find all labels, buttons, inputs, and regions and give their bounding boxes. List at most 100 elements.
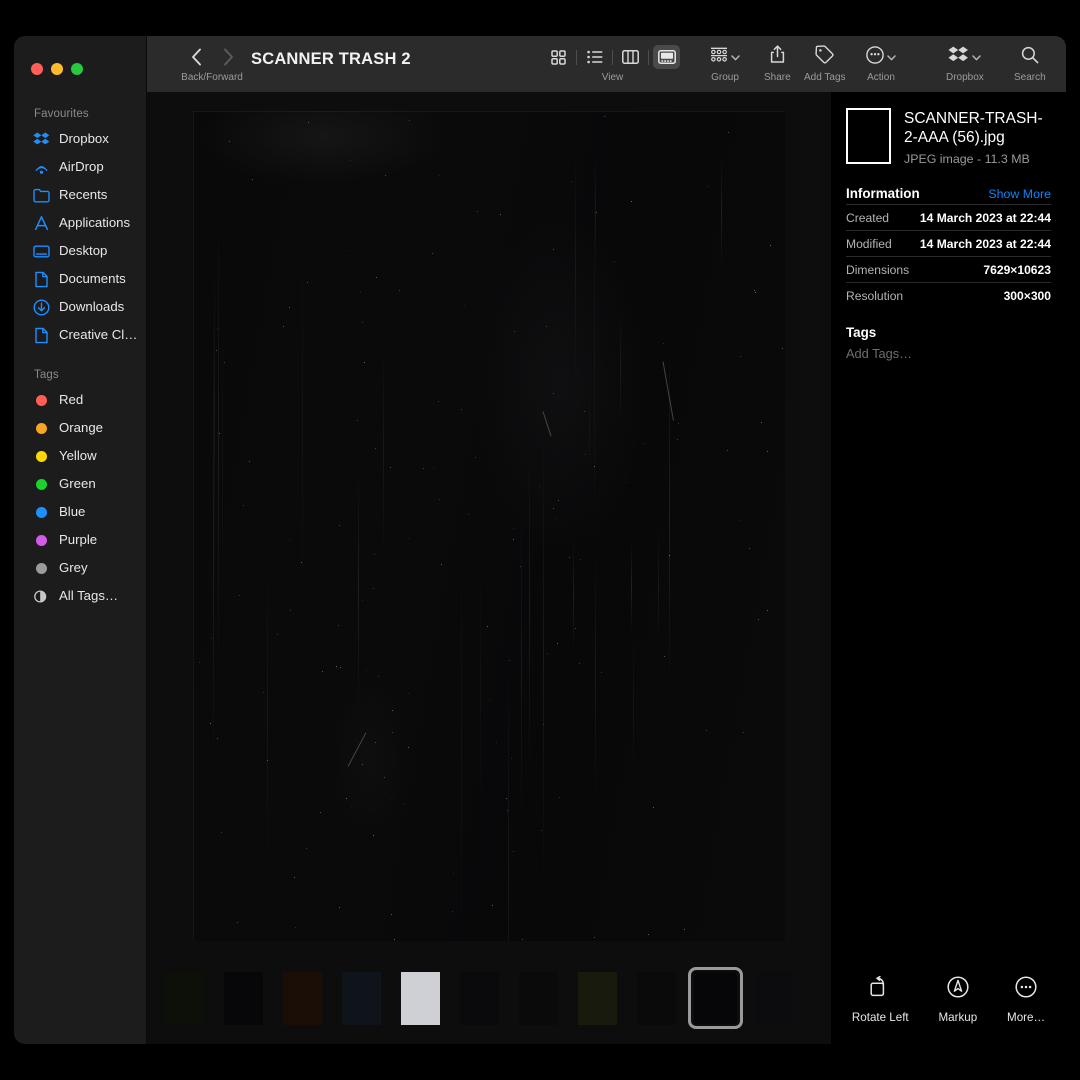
icon-view-button[interactable] — [545, 45, 572, 69]
preview-speck — [306, 848, 307, 849]
preview-speck — [626, 482, 627, 483]
info-row: Dimensions7629×10623 — [846, 256, 1051, 282]
info-row: Created14 March 2023 at 22:44 — [846, 204, 1051, 230]
add-tags-caption: Add Tags — [804, 73, 846, 83]
sidebar-tag-blue[interactable]: Blue — [14, 498, 146, 526]
preview-streak — [383, 343, 384, 561]
thumbnail-image — [342, 972, 381, 1025]
preview-speck — [601, 672, 602, 673]
preview-speck — [267, 760, 268, 761]
sidebar-tag-green[interactable]: Green — [14, 470, 146, 498]
preview-speck — [539, 486, 540, 487]
group-button[interactable]: Group — [710, 44, 740, 83]
preview-speck — [350, 160, 351, 161]
info-actions: Rotate Left Markup — [831, 976, 1066, 1024]
sidebar-tag-orange[interactable]: Orange — [14, 414, 146, 442]
preview-streak — [218, 210, 219, 689]
preview-image[interactable] — [193, 111, 785, 941]
filmstrip-thumb[interactable] — [214, 966, 273, 1030]
preview-speck — [219, 433, 220, 434]
preview-speck — [580, 559, 581, 560]
gallery-view-button[interactable] — [653, 45, 680, 69]
preview-speck — [509, 660, 510, 661]
preview-streak — [573, 538, 574, 653]
zoom-button[interactable] — [71, 63, 83, 75]
chevron-down-icon — [972, 48, 981, 66]
sidebar-item-dropbox[interactable]: Dropbox — [14, 125, 146, 153]
filmstrip-thumb[interactable] — [155, 966, 214, 1030]
sidebar-item-downloads[interactable]: Downloads — [14, 293, 146, 321]
info-row-key: Modified — [846, 237, 892, 251]
preview-scratch — [348, 733, 367, 767]
preview-speck — [500, 214, 501, 215]
desktop-icon — [33, 243, 50, 260]
filmstrip-thumb[interactable] — [273, 966, 332, 1030]
rotate-left-label: Rotate Left — [852, 1011, 909, 1024]
window-title: SCANNER TRASH 2 — [251, 50, 411, 69]
markup-button[interactable]: Markup — [939, 976, 978, 1024]
preview-streak — [721, 156, 722, 269]
rotate-left-button[interactable]: Rotate Left — [852, 976, 909, 1024]
filmstrip-thumb[interactable] — [450, 966, 509, 1030]
tag-dot-icon — [33, 532, 50, 549]
preview-speck — [301, 562, 302, 563]
preview-streak — [633, 629, 634, 781]
filmstrip-thumb[interactable] — [391, 966, 450, 1030]
show-more-link[interactable]: Show More — [988, 187, 1051, 201]
list-view-button[interactable] — [581, 45, 608, 69]
filmstrip-thumb[interactable] — [568, 966, 627, 1030]
sidebar-item-creative-cl[interactable]: Creative Cl… — [14, 321, 146, 349]
sidebar-tag-all-tags[interactable]: All Tags… — [14, 582, 146, 610]
column-view-button[interactable] — [617, 45, 644, 69]
preview-speck — [553, 508, 554, 509]
sidebar-item-desktop[interactable]: Desktop — [14, 237, 146, 265]
preview-speck — [409, 120, 410, 121]
document-icon — [33, 327, 50, 344]
chevron-right-icon[interactable] — [217, 46, 239, 68]
preview-speck — [392, 732, 393, 733]
info-row: Resolution300×300 — [846, 282, 1051, 308]
rotate-left-icon — [869, 976, 892, 1003]
preview-streak — [508, 652, 509, 941]
more-button[interactable]: More… — [1007, 976, 1045, 1024]
preview-speck — [546, 326, 547, 327]
action-button[interactable]: Action — [866, 44, 896, 83]
filmstrip[interactable] — [147, 952, 831, 1044]
preview-speck — [594, 937, 595, 938]
sidebar-item-airdrop[interactable]: AirDrop — [14, 153, 146, 181]
preview-speck — [684, 929, 685, 930]
share-button[interactable]: Share — [764, 44, 791, 83]
dropbox-button[interactable]: Dropbox — [946, 44, 984, 83]
preview-speck — [340, 667, 341, 668]
minimize-button[interactable] — [51, 63, 63, 75]
sidebar-tag-grey[interactable]: Grey — [14, 554, 146, 582]
preview-streak — [521, 492, 522, 840]
sidebar-item-documents[interactable]: Documents — [14, 265, 146, 293]
filmstrip-thumb[interactable] — [332, 966, 391, 1030]
document-icon — [33, 271, 50, 288]
sidebar-item-applications[interactable]: Applications — [14, 209, 146, 237]
sidebar-tag-red[interactable]: Red — [14, 386, 146, 414]
sidebar-tag-purple[interactable]: Purple — [14, 526, 146, 554]
preview-speck — [339, 525, 340, 526]
search-button[interactable]: Search — [1014, 44, 1046, 83]
preview-speck — [199, 662, 200, 663]
filmstrip-thumb[interactable] — [745, 966, 804, 1030]
preview-speck — [770, 245, 771, 246]
add-tags-button[interactable]: Add Tags — [804, 44, 846, 83]
sidebar-item-recents[interactable]: Recents — [14, 181, 146, 209]
chevron-left-icon[interactable] — [185, 46, 207, 68]
close-button[interactable] — [31, 63, 43, 75]
filmstrip-thumb[interactable] — [509, 966, 568, 1030]
sidebar-tag-yellow[interactable]: Yellow — [14, 442, 146, 470]
preview-column — [147, 92, 831, 1044]
preview-streak — [302, 209, 303, 637]
all-tags-icon — [33, 588, 50, 605]
add-tags-input[interactable]: Add Tags… — [846, 346, 1051, 361]
thumbnail-image — [755, 972, 794, 1025]
more-label: More… — [1007, 1011, 1045, 1024]
filmstrip-thumb[interactable] — [627, 966, 686, 1030]
filmstrip-thumb-selected[interactable] — [688, 967, 743, 1029]
preview-speck — [439, 175, 440, 176]
info-row-key: Created — [846, 211, 889, 225]
